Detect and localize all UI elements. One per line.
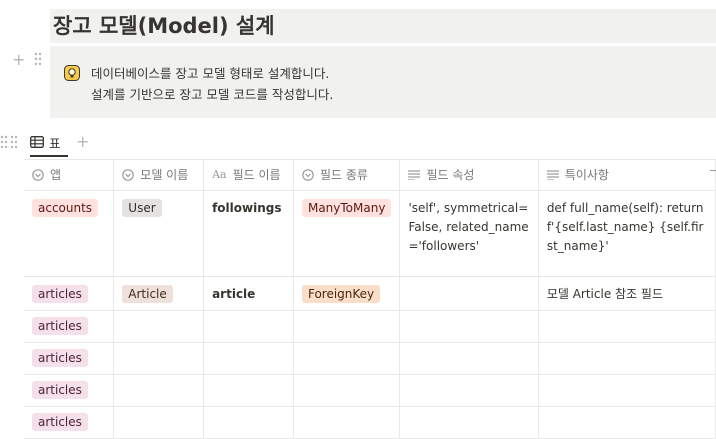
cell-app[interactable]: articles — [24, 406, 115, 439]
drag-handle-icon[interactable] — [10, 135, 18, 149]
view-bar: 표 + — [0, 131, 716, 157]
cell-field-attr[interactable] — [399, 406, 539, 439]
page-title[interactable]: 장고 모델(Model) 설계 — [50, 9, 716, 43]
cell-model[interactable] — [113, 342, 205, 375]
column-header-label: 필드 속성 — [426, 168, 475, 183]
cell-field-attr[interactable] — [399, 342, 539, 375]
cell-model[interactable]: Article — [113, 276, 205, 311]
column-header-app[interactable]: 앱 — [24, 160, 115, 191]
note-text: 모델 Article 참조 필드 — [546, 286, 663, 301]
field-attr-text: 'self', symmetrical=False, related_name=… — [408, 200, 529, 253]
table-row[interactable]: accounts User followings ManyToMany 'sel… — [24, 190, 716, 277]
column-header-label: 앱 — [50, 168, 62, 183]
column-header-label: 모델 이름 — [140, 168, 189, 183]
note-text: def full_name(self): return f'{self.last… — [546, 200, 704, 253]
view-tab-label: 표 — [49, 135, 61, 151]
column-header-label: 필드 이름 — [232, 168, 281, 183]
model-tag: Article — [122, 284, 173, 303]
select-property-icon — [122, 168, 135, 181]
cell-field-name[interactable]: followings — [203, 190, 294, 277]
cell-model[interactable] — [113, 406, 205, 439]
cell-field-name[interactable] — [203, 342, 294, 375]
table-row[interactable]: articles — [24, 406, 716, 439]
table-row[interactable]: articles — [24, 374, 716, 407]
select-property-icon — [302, 168, 314, 181]
cell-app[interactable]: accounts — [24, 190, 115, 277]
cell-field-type[interactable] — [293, 406, 401, 439]
title-property-icon: Aa — [212, 168, 227, 182]
field-name-text: followings — [212, 200, 282, 215]
cell-note[interactable]: def full_name(self): return f'{self.last… — [538, 190, 716, 277]
table-header-row: 앱 모델 이름 Aa 필드 이름 필드 종류 필드 속성 특이사항 — [24, 160, 716, 191]
cell-note[interactable] — [538, 310, 716, 343]
active-tab-indicator — [30, 155, 68, 157]
table-icon — [30, 136, 44, 148]
cell-model[interactable]: User — [113, 190, 205, 277]
cell-app[interactable]: articles — [24, 310, 115, 343]
view-tab-table[interactable]: 표 — [30, 131, 61, 153]
add-view-icon[interactable]: + — [76, 131, 89, 153]
text-property-icon — [408, 170, 421, 180]
callout-line-2: 설계를 기반으로 장고 모델 코드를 작성합니다. — [91, 87, 334, 102]
app-tag: articles — [32, 380, 88, 399]
field-name-text: article — [212, 286, 256, 301]
cell-field-attr[interactable] — [399, 276, 539, 311]
cell-note[interactable] — [538, 406, 716, 439]
column-header-field-attr[interactable]: 필드 속성 — [399, 160, 539, 191]
cell-app[interactable]: articles — [24, 374, 115, 407]
app-tag: articles — [32, 412, 88, 431]
cell-field-attr[interactable]: 'self', symmetrical=False, related_name=… — [399, 190, 539, 277]
callout-text[interactable]: 데이터베이스를 장고 모델 형태로 설계합니다. 설계를 기반으로 장고 모델 … — [91, 63, 333, 105]
column-add-indicator[interactable] — [710, 170, 716, 171]
field-type-tag: ForeignKey — [301, 284, 381, 303]
add-block-icon[interactable]: + — [12, 50, 25, 70]
table-row[interactable]: articles Article article ForeignKey 모델 A… — [24, 276, 716, 311]
cell-app[interactable]: articles — [24, 342, 115, 375]
cell-field-type[interactable]: ManyToMany — [293, 190, 401, 277]
cell-model[interactable] — [113, 310, 205, 343]
drag-handle-icon[interactable] — [0, 135, 8, 149]
cell-note[interactable] — [538, 374, 716, 407]
cell-model[interactable] — [113, 374, 205, 407]
cell-note[interactable] — [538, 342, 716, 375]
database-table: 앱 모델 이름 Aa 필드 이름 필드 종류 필드 속성 특이사항 accoun… — [24, 160, 716, 439]
app-tag: accounts — [32, 198, 99, 217]
lightbulb-icon[interactable] — [64, 65, 80, 81]
cell-field-name[interactable] — [203, 406, 294, 439]
cell-field-name[interactable] — [203, 374, 294, 407]
field-type-tag: ManyToMany — [301, 198, 392, 217]
column-header-field-name[interactable]: Aa 필드 이름 — [203, 160, 294, 191]
cell-note[interactable]: 모델 Article 참조 필드 — [538, 276, 716, 311]
cell-field-attr[interactable] — [399, 374, 539, 407]
column-header-note[interactable]: 특이사항 — [538, 160, 716, 191]
model-tag: User — [122, 198, 162, 217]
cell-field-name[interactable] — [203, 310, 294, 343]
table-row[interactable]: articles — [24, 342, 716, 375]
callout-block[interactable]: 데이터베이스를 장고 모델 형태로 설계합니다. 설계를 기반으로 장고 모델 … — [50, 46, 716, 118]
column-header-label: 필드 종류 — [319, 168, 368, 183]
column-header-field-type[interactable]: 필드 종류 — [293, 160, 401, 191]
cell-field-attr[interactable] — [399, 310, 539, 343]
app-tag: articles — [32, 316, 88, 335]
cell-field-name[interactable]: article — [203, 276, 294, 311]
text-property-icon — [546, 170, 559, 180]
app-tag: articles — [32, 348, 88, 367]
cell-app[interactable]: articles — [24, 276, 115, 311]
select-property-icon — [32, 168, 44, 181]
drag-handle-icon[interactable] — [34, 52, 42, 66]
cell-field-type[interactable] — [293, 310, 401, 343]
column-header-model-name[interactable]: 모델 이름 — [113, 160, 205, 191]
app-tag: articles — [32, 284, 88, 303]
column-header-label: 특이사항 — [564, 168, 609, 183]
table-row[interactable]: articles — [24, 310, 716, 343]
cell-field-type[interactable] — [293, 342, 401, 375]
callout-line-1: 데이터베이스를 장고 모델 형태로 설계합니다. — [91, 66, 330, 81]
cell-field-type[interactable]: ForeignKey — [293, 276, 401, 311]
cell-field-type[interactable] — [293, 374, 401, 407]
